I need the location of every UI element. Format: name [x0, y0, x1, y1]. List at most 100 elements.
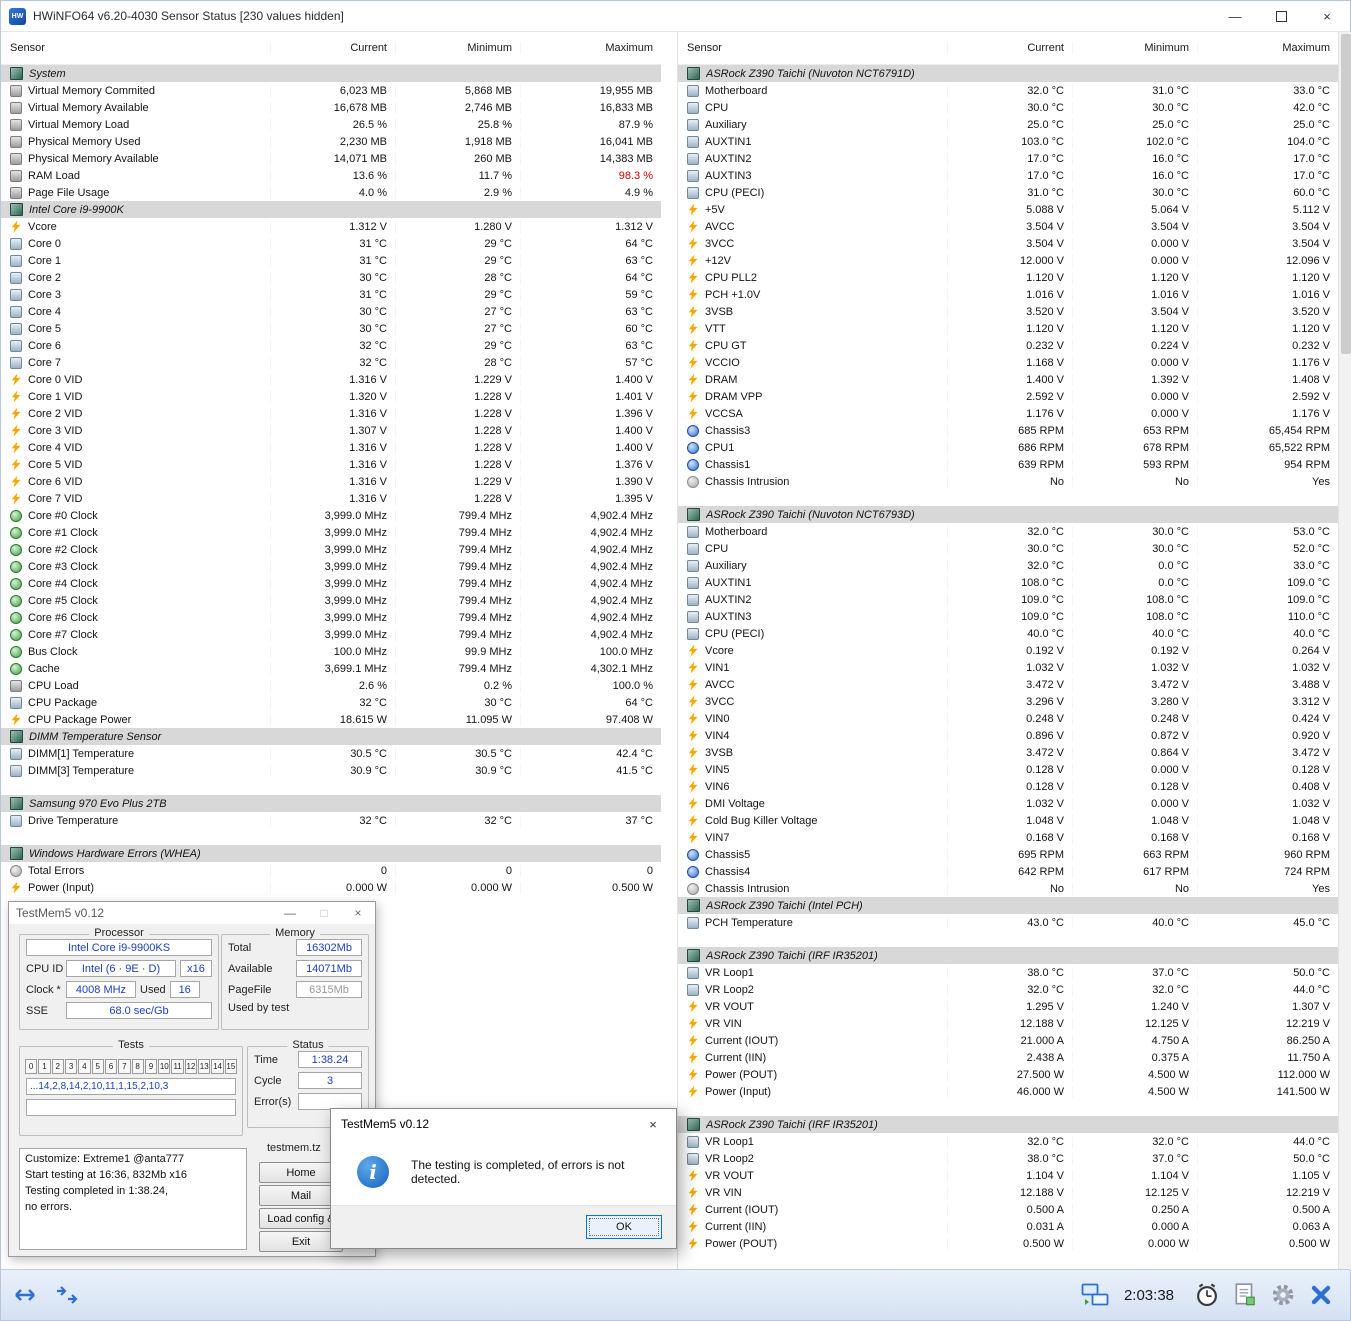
- sensor-row[interactable]: Auxiliary 32.0 °C 0.0 °C 33.0 °C: [678, 557, 1338, 574]
- sensor-row[interactable]: CPU (PECI) 31.0 °C 30.0 °C 60.0 °C: [678, 184, 1338, 201]
- sensor-row[interactable]: Core 5 30 °C 27 °C 60 °C: [1, 320, 661, 337]
- test-number-box[interactable]: 6: [104, 1059, 118, 1074]
- sensor-row[interactable]: 3VCC 3.296 V 3.280 V 3.312 V: [678, 693, 1338, 710]
- sensor-row[interactable]: Chassis5 695 RPM 663 RPM 960 RPM: [678, 846, 1338, 863]
- sensor-row[interactable]: Vcore 0.192 V 0.192 V 0.264 V: [678, 642, 1338, 659]
- sensor-row[interactable]: VCCIO 1.168 V 0.000 V 1.176 V: [678, 354, 1338, 371]
- vertical-scrollbar[interactable]: [1338, 32, 1351, 1270]
- sensor-row[interactable]: DIMM[1] Temperature 30.5 °C 30.5 °C 42.4 °C: [1, 745, 661, 762]
- test-number-box[interactable]: 12: [184, 1059, 198, 1074]
- sensor-row[interactable]: Power (POUT) 27.500 W 4.500 W 112.000 W: [678, 1066, 1338, 1083]
- sensor-row[interactable]: Current (IOUT) 0.500 A 0.250 A 0.500 A: [678, 1201, 1338, 1218]
- testmem5-log[interactable]: Customize: Extreme1 @anta777 Start testi…: [19, 1148, 247, 1250]
- sensor-row[interactable]: CPU GT 0.232 V 0.224 V 0.232 V: [678, 337, 1338, 354]
- sensor-row[interactable]: Core 4 30 °C 27 °C 63 °C: [1, 303, 661, 320]
- sensor-row[interactable]: +5V 5.088 V 5.064 V 5.112 V: [678, 201, 1338, 218]
- sensor-row[interactable]: DRAM 1.400 V 1.392 V 1.408 V: [678, 371, 1338, 388]
- sensor-row[interactable]: CPU 30.0 °C 30.0 °C 42.0 °C: [678, 99, 1338, 116]
- fit-columns-button[interactable]: [6, 1275, 44, 1315]
- timer-button[interactable]: [1188, 1275, 1226, 1315]
- test-number-box[interactable]: 7: [118, 1059, 131, 1074]
- test-number-box[interactable]: 4: [78, 1059, 91, 1074]
- sensor-row[interactable]: Virtual Memory Load 26.5 % 25.8 % 87.9 %: [1, 116, 661, 133]
- sensor-row[interactable]: Auxiliary 25.0 °C 25.0 °C 25.0 °C: [678, 116, 1338, 133]
- sensor-row[interactable]: Core 1 VID 1.320 V 1.228 V 1.401 V: [1, 388, 661, 405]
- sensor-row[interactable]: Physical Memory Used 2,230 MB 1,918 MB 16,0…: [1, 133, 661, 150]
- sensor-row[interactable]: DIMM[3] Temperature 30.9 °C 30.9 °C 41.5 °C: [1, 762, 661, 779]
- sensor-row[interactable]: CPU 30.0 °C 30.0 °C 52.0 °C: [678, 540, 1338, 557]
- sensor-row[interactable]: Bus Clock 100.0 MHz 99.9 MHz 100.0 MHz: [1, 643, 661, 660]
- sensor-section-header[interactable]: ASRock Z390 Taichi (Nuvoton NCT6793D): [678, 506, 1338, 523]
- sensor-row[interactable]: VR VIN 12.188 V 12.125 V 12.219 V: [678, 1184, 1338, 1201]
- sensor-row[interactable]: Power (Input) 0.000 W 0.000 W 0.500 W: [1, 879, 661, 896]
- sensor-row[interactable]: VIN7 0.168 V 0.168 V 0.168 V: [678, 829, 1338, 846]
- sensor-row[interactable]: Core 1 31 °C 29 °C 63 °C: [1, 252, 661, 269]
- test-number-box[interactable]: 14: [211, 1059, 224, 1074]
- sensor-row[interactable]: Physical Memory Available 14,071 MB 260 MB…: [1, 150, 661, 167]
- scrollbar-thumb[interactable]: [1341, 34, 1351, 354]
- sensor-row[interactable]: Current (IIN) 2.438 A 0.375 A 11.750 A: [678, 1049, 1338, 1066]
- test-number-box[interactable]: 2: [51, 1059, 64, 1074]
- sensor-row[interactable]: Core 7 VID 1.316 V 1.228 V 1.395 V: [1, 490, 661, 507]
- test-number-box[interactable]: 8: [131, 1059, 144, 1074]
- sensor-row[interactable]: Power (POUT) 0.500 W 0.000 W 0.500 W: [678, 1235, 1338, 1252]
- sensor-row[interactable]: VIN4 0.896 V 0.872 V 0.920 V: [678, 727, 1338, 744]
- sensor-row[interactable]: Chassis Intrusion No No Yes: [678, 880, 1338, 897]
- testmem5-close-button[interactable]: ×: [341, 902, 375, 924]
- sensor-row[interactable]: DRAM VPP 2.592 V 0.000 V 2.592 V: [678, 388, 1338, 405]
- sensor-row[interactable]: PCH Temperature 43.0 °C 40.0 °C 45.0 °C: [678, 914, 1338, 931]
- sensor-row[interactable]: AUXTIN3 109.0 °C 108.0 °C 110.0 °C: [678, 608, 1338, 625]
- sensor-row[interactable]: CPU Package Power 18.615 W 11.095 W 97.408 …: [1, 711, 661, 728]
- sensor-row[interactable]: CPU Load 2.6 % 0.2 % 100.0 %: [1, 677, 661, 694]
- sensor-row[interactable]: AVCC 3.472 V 3.472 V 3.488 V: [678, 676, 1338, 693]
- sensor-row[interactable]: +12V 12.000 V 0.000 V 12.096 V: [678, 252, 1338, 269]
- sensor-row[interactable]: CPU1 686 RPM 678 RPM 65,522 RPM: [678, 439, 1338, 456]
- dialog-title-bar[interactable]: TestMem5 v0.12 ×: [331, 1109, 676, 1139]
- sensor-section-header[interactable]: Samsung 970 Evo Plus 2TB: [1, 795, 661, 812]
- testmem5-title-bar[interactable]: TestMem5 v0.12 — □ ×: [9, 902, 375, 924]
- sensor-row[interactable]: Core #1 Clock 3,999.0 MHz 799.4 MHz 4,902.4…: [1, 524, 661, 541]
- sensor-row[interactable]: Vcore 1.312 V 1.280 V 1.312 V: [1, 218, 661, 235]
- sensor-row[interactable]: Core 5 VID 1.316 V 1.228 V 1.376 V: [1, 456, 661, 473]
- test-number-box[interactable]: 9: [144, 1059, 158, 1074]
- test-number-box[interactable]: 11: [171, 1059, 184, 1074]
- sensor-row[interactable]: CPU (PECI) 40.0 °C 40.0 °C 40.0 °C: [678, 625, 1338, 642]
- sensor-row[interactable]: Total Errors 0 0 0: [1, 862, 661, 879]
- sensor-row[interactable]: Core 0 31 °C 29 °C 64 °C: [1, 235, 661, 252]
- sensor-row[interactable]: VR Loop1 38.0 °C 37.0 °C 50.0 °C: [678, 964, 1338, 981]
- sensor-row[interactable]: VCCSA 1.176 V 0.000 V 1.176 V: [678, 405, 1338, 422]
- sensor-row[interactable]: VIN6 0.128 V 0.128 V 0.408 V: [678, 778, 1338, 795]
- sensor-row[interactable]: Motherboard 32.0 °C 31.0 °C 33.0 °C: [678, 82, 1338, 99]
- sensor-row[interactable]: VIN5 0.128 V 0.000 V 0.128 V: [678, 761, 1338, 778]
- sensor-row[interactable]: VR Loop1 32.0 °C 32.0 °C 44.0 °C: [678, 1133, 1338, 1150]
- sensor-row[interactable]: Core 4 VID 1.316 V 1.228 V 1.400 V: [1, 439, 661, 456]
- test-number-box[interactable]: 13: [198, 1059, 211, 1074]
- minimize-button[interactable]: —: [1212, 1, 1258, 31]
- dialog-close-button[interactable]: ×: [630, 1109, 676, 1139]
- sensor-row[interactable]: AUXTIN1 108.0 °C 0.0 °C 109.0 °C: [678, 574, 1338, 591]
- sensor-row[interactable]: PCH +1.0V 1.016 V 1.016 V 1.016 V: [678, 286, 1338, 303]
- test-number-box[interactable]: 10: [158, 1059, 171, 1074]
- collapse-columns-button[interactable]: [49, 1275, 87, 1315]
- sensor-section-header[interactable]: ASRock Z390 Taichi (Nuvoton NCT6791D): [678, 65, 1338, 82]
- test-number-box[interactable]: 5: [91, 1059, 104, 1074]
- sensor-section-header[interactable]: ASRock Z390 Taichi (Intel PCH): [678, 897, 1338, 914]
- sensor-section-header[interactable]: Intel Core i9-9900K: [1, 201, 661, 218]
- close-button[interactable]: ×: [1304, 1, 1350, 31]
- report-button[interactable]: [1226, 1275, 1264, 1315]
- sensor-row[interactable]: VR Loop2 38.0 °C 37.0 °C 50.0 °C: [678, 1150, 1338, 1167]
- sensor-row[interactable]: AUXTIN2 17.0 °C 16.0 °C 17.0 °C: [678, 150, 1338, 167]
- sensor-section-header[interactable]: ASRock Z390 Taichi (IRF IR35201): [678, 947, 1338, 964]
- sensor-section-header[interactable]: ASRock Z390 Taichi (IRF IR35201): [678, 1116, 1338, 1133]
- sensor-row[interactable]: Core #5 Clock 3,999.0 MHz 799.4 MHz 4,902.4…: [1, 592, 661, 609]
- test-number-box[interactable]: 15: [224, 1059, 237, 1074]
- sensor-row[interactable]: Core 6 VID 1.316 V 1.229 V 1.390 V: [1, 473, 661, 490]
- sensor-row[interactable]: Chassis4 642 RPM 617 RPM 724 RPM: [678, 863, 1338, 880]
- sensor-row[interactable]: Core #3 Clock 3,999.0 MHz 799.4 MHz 4,902.4…: [1, 558, 661, 575]
- sensor-row[interactable]: CPU Package 32 °C 30 °C 64 °C: [1, 694, 661, 711]
- ok-button[interactable]: OK: [586, 1215, 662, 1239]
- maximize-button[interactable]: [1258, 1, 1304, 31]
- sensor-section-header[interactable]: DIMM Temperature Sensor: [1, 728, 661, 745]
- sensor-row[interactable]: AVCC 3.504 V 3.504 V 3.504 V: [678, 218, 1338, 235]
- sensor-row[interactable]: Drive Temperature 32 °C 32 °C 37 °C: [1, 812, 661, 829]
